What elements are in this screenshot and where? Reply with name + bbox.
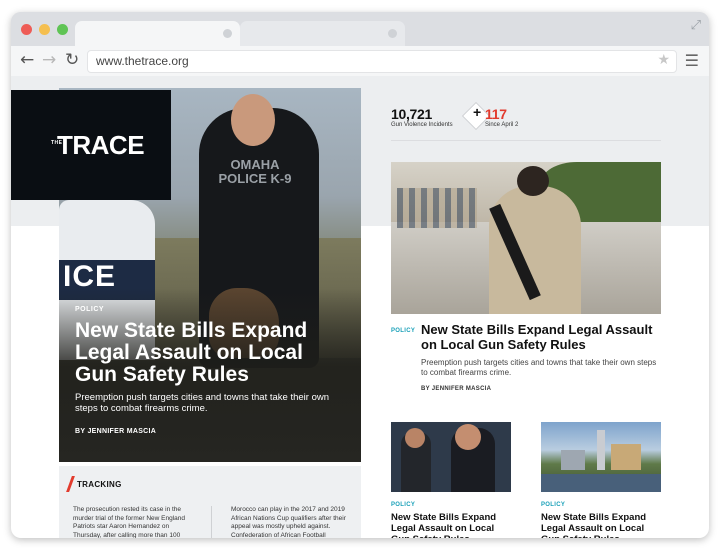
officer-right-face — [455, 424, 481, 450]
hero-kicker[interactable]: POLICY — [75, 306, 104, 313]
crowd — [397, 188, 477, 228]
tracking-title: TRACKING — [77, 480, 122, 489]
hero-byline[interactable]: BY JENNIFER MASCIA — [75, 428, 156, 435]
hero-title[interactable]: New State Bills Expand Legal Assault on … — [75, 320, 345, 386]
maximize-window-button[interactable] — [57, 24, 68, 35]
tracking-section: TRACKING The prosecution rested its case… — [59, 466, 361, 538]
slash-icon — [66, 476, 75, 492]
column-divider — [211, 506, 212, 538]
browser-tab-inactive[interactable] — [240, 21, 405, 46]
story-image-press-conference[interactable] — [391, 422, 511, 492]
incidents-label: Gun Violence Incidents — [391, 122, 453, 128]
story-title[interactable]: New State Bills Expand Legal Assault on … — [391, 512, 511, 538]
arrow-right-icon[interactable]: → — [42, 50, 56, 70]
featured-title[interactable]: New State Bills Expand Legal Assault on … — [421, 322, 671, 352]
featured-byline[interactable]: BY JENNIFER MASCIA — [421, 386, 491, 392]
tab-close-icon[interactable] — [388, 29, 397, 38]
hamburger-menu-icon[interactable]: ☰ — [685, 51, 699, 70]
arrow-left-icon[interactable]: ← — [20, 50, 34, 70]
jacket-lettering: OMAHA POLICE K-9 — [218, 157, 292, 186]
story-kicker[interactable]: POLICY — [541, 502, 565, 508]
story-image-city-skyline[interactable] — [541, 422, 661, 492]
officer-left-face — [405, 428, 425, 448]
tab-close-icon[interactable] — [223, 29, 232, 38]
minimize-window-button[interactable] — [39, 24, 50, 35]
logo-trace: TRACE — [57, 130, 145, 160]
featured-story-image[interactable] — [391, 162, 661, 314]
building — [561, 450, 585, 470]
fullscreen-icon[interactable]: ⤢ — [691, 18, 701, 33]
officer-head — [231, 94, 275, 146]
star-icon[interactable]: ★ — [657, 52, 670, 68]
web-page: THE TRACE ICE OMAHA POLICE K-9 POLICY Ne… — [11, 76, 709, 538]
browser-tab-active[interactable] — [75, 21, 240, 46]
tower — [597, 430, 605, 470]
story-title[interactable]: New State Bills Expand Legal Assault on … — [541, 512, 661, 538]
man-head — [517, 166, 549, 196]
featured-kicker[interactable]: POLICY — [391, 328, 415, 334]
plus-sign: + — [473, 104, 482, 120]
river — [541, 474, 661, 492]
browser-toolbar: ← → ↻ www.thetrace.org ★ ☰ — [11, 46, 709, 77]
reload-icon[interactable]: ↻ — [65, 50, 79, 70]
title-bar: ⤢ — [11, 12, 709, 46]
hero-dek: Preemption push targets cities and towns… — [75, 392, 329, 414]
since-label: Since April 2 — [485, 122, 519, 128]
featured-dek: Preemption push targets cities and towns… — [421, 358, 657, 377]
building — [611, 444, 641, 470]
tracking-item[interactable]: Morocco can play in the 2017 and 2019 Af… — [231, 506, 355, 538]
browser-window: ⤢ ← → ↻ www.thetrace.org ★ ☰ THE TRACE I… — [11, 12, 709, 538]
story-kicker[interactable]: POLICY — [391, 502, 415, 508]
since-count: 117 — [485, 106, 507, 122]
close-window-button[interactable] — [21, 24, 32, 35]
incidents-count: 10,721 — [391, 106, 433, 122]
tracking-item[interactable]: The prosecution rested its case in the m… — [73, 506, 197, 538]
url-text: www.thetrace.org — [96, 54, 189, 68]
stats-bar: 10,721 Gun Violence Incidents + 117 Sinc… — [391, 101, 661, 141]
address-bar[interactable]: www.thetrace.org ★ — [87, 50, 677, 73]
the-trace-logo[interactable]: THE TRACE — [11, 90, 171, 200]
